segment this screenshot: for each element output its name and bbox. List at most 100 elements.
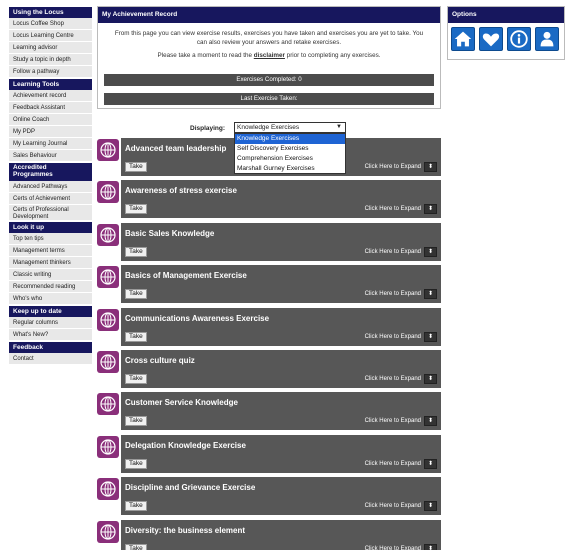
sidebar-item[interactable]: Management terms [9,245,92,257]
take-button[interactable]: Take [125,543,147,550]
exercise-row: Delegation Knowledge Exercise Take Click H… [97,434,441,473]
sidebar-item[interactable]: Locus Learning Centre [9,30,92,42]
expand-toggle-icon[interactable]: ⬍ [424,162,437,172]
expand-link[interactable]: Click Here to Expand [365,164,421,170]
sidebar-item[interactable]: Certs of Achievement [9,193,92,205]
info-icon[interactable] [507,27,531,51]
expand-link[interactable]: Click Here to Expand [365,249,421,255]
expand-toggle-icon[interactable]: ⬍ [424,204,437,215]
disclaimer-note-after: prior to completing any exercises. [284,52,381,59]
expand-link[interactable]: Click Here to Expand [365,376,421,382]
sidebar-item[interactable]: Who's who [9,293,92,305]
expand-toggle-icon[interactable]: ⬍ [424,289,437,300]
expand-link[interactable]: Click Here to Expand [365,461,421,467]
exercises-completed-bar: Exercises Completed: 0 [104,74,434,86]
take-button[interactable]: Take [125,289,147,300]
take-button[interactable]: Take [125,374,147,384]
exercise-row: Cross culture quiz Take Click Here to Expa… [97,350,441,388]
sidebar-item[interactable]: Regular columns [9,317,92,329]
take-button[interactable]: Take [125,162,147,172]
take-button[interactable]: Take [125,204,147,215]
sidebar-item[interactable]: Advanced Pathways [9,181,92,193]
take-button[interactable]: Take [125,501,147,512]
globe-icon [97,478,119,501]
sidebar-item[interactable]: My PDP [9,126,92,138]
exercise-name: Advanced team leadership [125,144,227,153]
sidebar-item[interactable]: Locus Coffee Shop [9,18,92,30]
exercise-type-selected-value: Knowledge Exercises [237,124,300,131]
dropdown-option[interactable]: Comprehension Exercises [235,154,345,164]
dropdown-option[interactable]: Marshall Gurney Exercises [235,164,345,174]
sidebar: Using the Locus Locus Coffee Shop Locus Le… [9,6,92,365]
take-button[interactable]: Take [125,458,147,469]
expand-toggle-icon[interactable]: ⬍ [424,374,437,384]
dropdown-option[interactable]: Knowledge Exercises [235,134,345,144]
options-panel: Options [447,6,565,60]
sidebar-section-heading: Keep up to date [9,306,92,317]
exercise-bar: Diversity: the business element Take Click… [121,519,441,550]
exercise-name: Basic Sales Knowledge [125,228,215,238]
exercise-name: Communications Awareness Exercise [125,313,270,323]
exercise-name: Awareness of stress exercise [125,186,237,196]
exercise-row: Discipline and Grievance Exercise Take Cli… [97,477,441,516]
sidebar-item[interactable]: What's New? [9,329,92,341]
sidebar-item[interactable]: Study a topic in depth [9,54,92,66]
take-button[interactable]: Take [125,416,147,427]
globe-icon [97,139,119,161]
sidebar-item[interactable]: Feedback Assistant [9,102,92,114]
globe-icon [97,266,119,289]
expand-link[interactable]: Click Here to Expand [365,503,421,509]
exercise-bar: Basic Sales Knowledge Take Click Here to E… [121,222,441,261]
sidebar-item[interactable]: Management thinkers [9,257,92,269]
disclaimer-link[interactable]: disclaimer [254,52,285,59]
user-icon[interactable] [535,27,559,51]
dropdown-arrow-icon: ▼ [336,124,342,130]
dropdown-option[interactable]: Self Discovery Exercises [235,144,345,154]
expand-link[interactable]: Click Here to Expand [365,546,421,550]
sidebar-section-heading: Accredited Programmes [9,163,92,181]
disclaimer-note: Please take a moment to read the disclai… [98,52,440,59]
expand-link[interactable]: Click Here to Expand [365,206,421,212]
sidebar-item[interactable]: Contact [9,353,92,365]
exercise-name: Cross culture quiz [125,356,195,365]
expand-toggle-icon[interactable]: ⬍ [424,458,437,469]
exercise-row: Communications Awareness Exercise Take Cli… [97,307,441,346]
sidebar-item[interactable]: Sales Behaviour [9,150,92,162]
expand-toggle-icon[interactable]: ⬍ [424,416,437,427]
sidebar-item[interactable]: Follow a pathway [9,66,92,78]
exercise-type-select[interactable]: Knowledge Exercises ▼ [234,122,346,133]
expand-toggle-icon[interactable]: ⬍ [424,543,437,550]
sidebar-section-heading: Look it up [9,222,92,233]
expand-link[interactable]: Click Here to Expand [365,418,421,424]
expand-link[interactable]: Click Here to Expand [365,334,421,340]
expand-toggle-icon[interactable]: ⬍ [424,501,437,512]
sidebar-item[interactable]: Recommended reading [9,281,92,293]
expand-toggle-icon[interactable]: ⬍ [424,246,437,257]
exercise-name: Delegation Knowledge Exercise [125,440,246,450]
take-button[interactable]: Take [125,246,147,257]
exercise-type-dropdown: Knowledge Exercises Self Discovery Exerci… [234,133,346,174]
sidebar-item[interactable]: My Learning Journal [9,138,92,150]
sidebar-section-heading: Using the Locus [9,7,92,18]
sidebar-item[interactable]: Classic writing [9,269,92,281]
achievement-intro-text: From this page you can view exercise res… [114,30,424,46]
exercise-row: Diversity: the business element Take Click… [97,519,441,550]
exercise-row: Customer Service Knowledge Take Click Here… [97,392,441,431]
sidebar-item[interactable]: Achievement record [9,90,92,102]
sidebar-item[interactable]: Certs of Professional Development [9,205,92,221]
sidebar-section-heading: Learning Tools [9,79,92,90]
last-exercise-taken-bar: Last Exercise Taken: [104,93,434,105]
sidebar-item[interactable]: Top ten tips [9,233,92,245]
disclaimer-note-before: Please take a moment to read the [157,52,254,59]
exercise-bar: Customer Service Knowledge Take Click Here… [121,392,441,431]
heart-icon[interactable] [479,27,503,51]
sidebar-item[interactable]: Learning advisor [9,42,92,54]
home-icon[interactable] [451,27,475,51]
globe-icon [97,351,119,373]
expand-link[interactable]: Click Here to Expand [365,291,421,297]
exercise-row: Basic Sales Knowledge Take Click Here to E… [97,222,441,261]
take-button[interactable]: Take [125,331,147,342]
sidebar-item[interactable]: Online Coach [9,114,92,126]
exercise-row: Basics of Management Exercise Take Click H… [97,265,441,304]
expand-toggle-icon[interactable]: ⬍ [424,331,437,342]
